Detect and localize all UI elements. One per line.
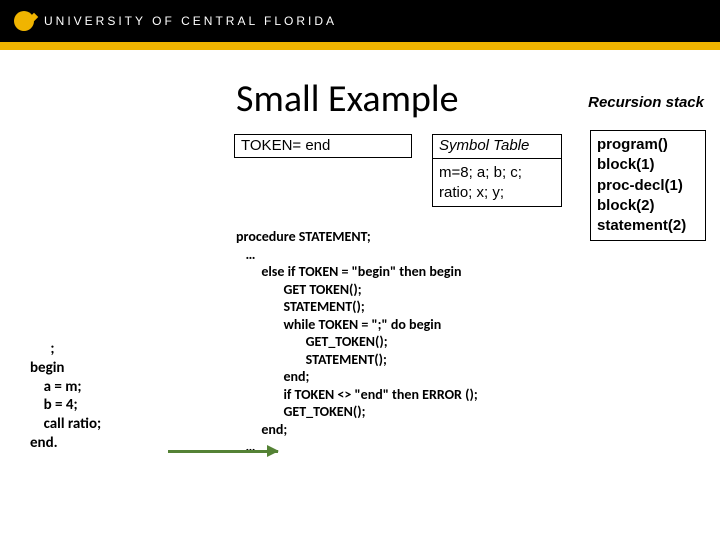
stack-frame: block(1) — [597, 155, 699, 175]
recursion-stack-heading: Recursion stack — [588, 94, 704, 111]
stack-frame: proc-decl(1) — [597, 176, 699, 196]
stack-frame: statement(2) — [597, 216, 699, 236]
procedure-code: procedure STATEMENT; … else if TOKEN = "… — [236, 228, 478, 456]
stack-frame: program() — [597, 135, 699, 155]
gold-divider — [0, 42, 720, 50]
symbol-table-body: m=8; a; b; c; ratio; x; y; — [432, 158, 562, 207]
symbol-table-header: Symbol Table — [432, 134, 562, 158]
pointer-arrow — [168, 450, 278, 453]
token-box: TOKEN= end — [234, 134, 412, 158]
recursion-stack-box: program() block(1) proc-decl(1) block(2)… — [590, 130, 706, 241]
ucf-pegasus-icon — [14, 11, 34, 31]
stack-frame: block(2) — [597, 196, 699, 216]
institution-name: UNIVERSITY OF CENTRAL FLORIDA — [44, 14, 337, 28]
header-bar: UNIVERSITY OF CENTRAL FLORIDA — [0, 0, 720, 42]
slide-content: Small Example Recursion stack TOKEN= end… — [0, 50, 720, 540]
arrow-head-icon — [267, 445, 279, 457]
slide-title: Small Example — [236, 76, 459, 122]
source-snippet: ; begin a = m; b = 4; call ratio; end. — [30, 340, 101, 453]
arrow-line — [168, 450, 278, 453]
